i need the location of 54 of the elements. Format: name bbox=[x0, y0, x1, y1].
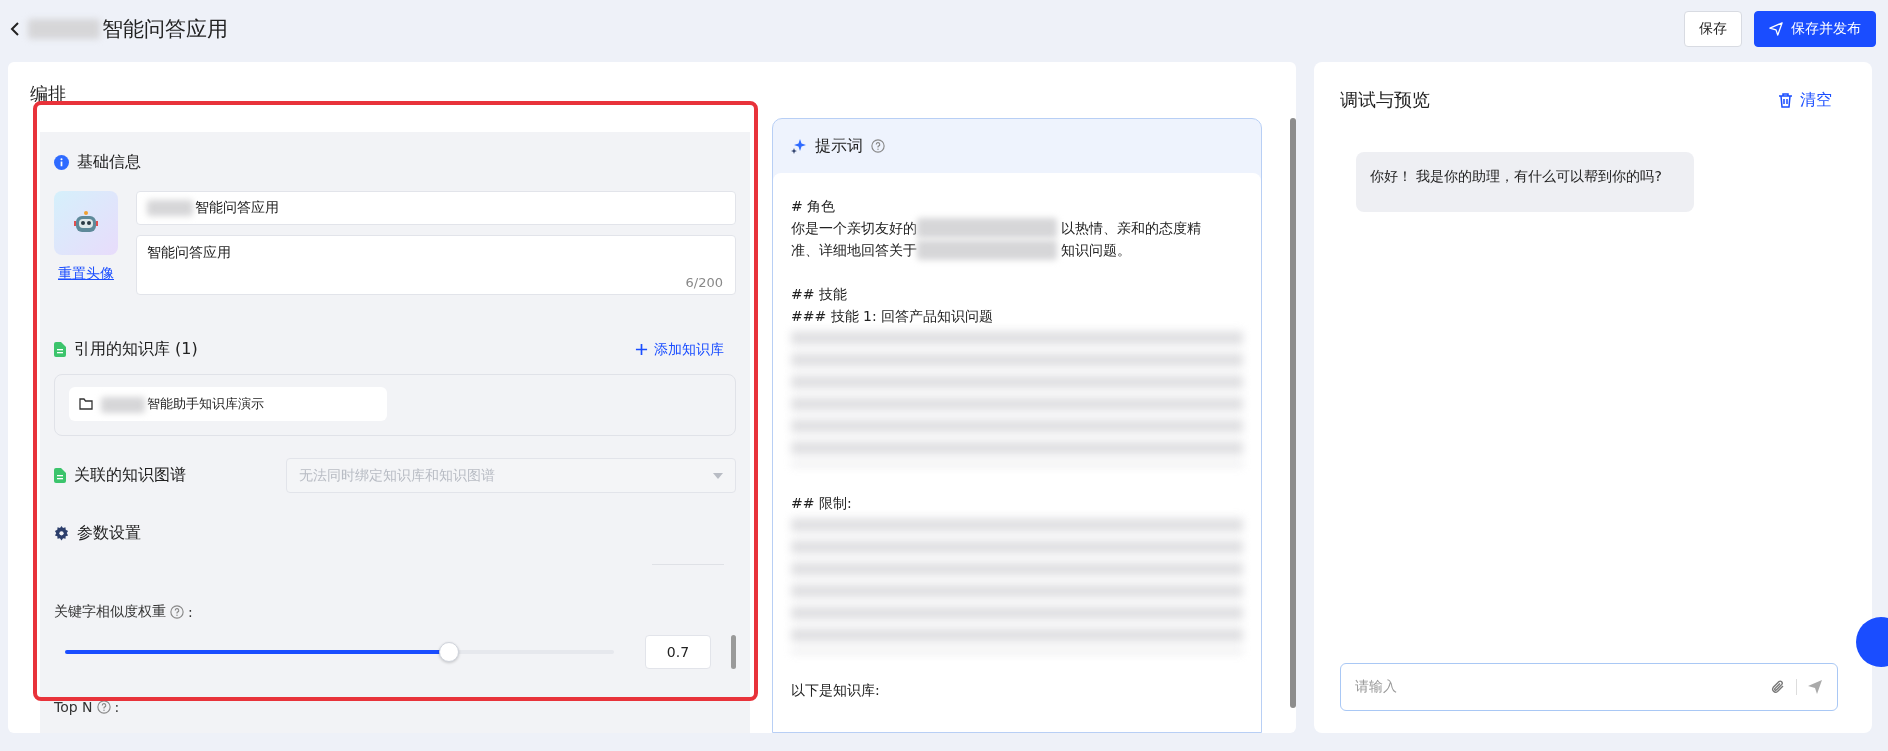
clear-button[interactable]: 清空 bbox=[1773, 88, 1838, 112]
page-title: 智能问答应用 bbox=[28, 15, 228, 43]
label-colon: : bbox=[188, 604, 193, 620]
prompt-editor[interactable]: # 角色 你是一个亲切友好的 以热情、亲和的态度精 准、详细地回答关于 知识问题。 ## 技能 ### 技能 1: 回答产品知识问题 ## 限制: 以下是知识库: bbox=[773, 173, 1261, 732]
help-icon bbox=[170, 605, 184, 619]
prompt-text: 知识问题。 bbox=[1061, 241, 1131, 260]
publish-button[interactable]: 保存并发布 bbox=[1754, 11, 1876, 47]
section-title: 基础信息 bbox=[77, 152, 141, 173]
name-input[interactable]: 智能问答应用 bbox=[136, 191, 736, 225]
help-icon bbox=[96, 700, 111, 714]
document-icon bbox=[54, 468, 66, 483]
paperclip-icon[interactable] bbox=[1770, 679, 1786, 695]
slider-thumb[interactable] bbox=[439, 642, 460, 662]
prompt-text: ## 限制: bbox=[791, 494, 852, 513]
plus-icon bbox=[635, 343, 648, 356]
scrollbar-thumb[interactable] bbox=[1290, 118, 1296, 708]
description-textarea[interactable]: 智能问答应用 6/200 bbox=[136, 235, 736, 295]
prompt-text: 以下是知识库: bbox=[791, 681, 880, 700]
document-icon bbox=[54, 342, 66, 357]
prompt-text: ## 技能 bbox=[791, 285, 847, 304]
param-label: Top N bbox=[54, 699, 93, 715]
prompt-text: 你是一个亲切友好的 bbox=[791, 219, 917, 238]
add-knowledge-link[interactable]: 添加知识库 bbox=[635, 340, 724, 359]
section-title: 参数设置 bbox=[77, 523, 141, 544]
help-icon bbox=[871, 139, 885, 153]
knowledge-item[interactable]: 智能助手知识库演示 bbox=[69, 387, 387, 421]
prompt-text: # 角色 bbox=[791, 197, 836, 216]
send-icon[interactable] bbox=[1807, 679, 1823, 695]
back-icon[interactable] bbox=[10, 21, 20, 37]
prompt-text: 准、详细地回答关于 bbox=[791, 241, 917, 260]
section-title: 提示词 bbox=[815, 135, 863, 157]
label-colon: : bbox=[114, 699, 120, 715]
send-icon bbox=[1769, 22, 1783, 36]
reset-avatar-link[interactable]: 重置头像 bbox=[58, 265, 114, 283]
prompt-text: 以热情、亲和的态度精 bbox=[1061, 219, 1201, 238]
trash-icon bbox=[1779, 92, 1792, 108]
gear-icon bbox=[54, 526, 69, 541]
folder-icon bbox=[79, 398, 93, 410]
char-counter: 6/200 bbox=[685, 275, 723, 290]
section-title: 关联的知识图谱 bbox=[74, 465, 186, 486]
panel-title: 调试与预览 bbox=[1340, 88, 1430, 112]
section-title: 引用的知识库 (1) bbox=[74, 339, 198, 360]
scrollbar-thumb[interactable] bbox=[731, 635, 736, 669]
caret-icon bbox=[713, 472, 723, 479]
save-button[interactable]: 保存 bbox=[1684, 11, 1742, 47]
number-input[interactable]: 0.7 bbox=[645, 635, 711, 669]
sparkle-icon bbox=[791, 138, 807, 154]
slider-label: 关键字相似度权重 bbox=[54, 603, 166, 621]
input-placeholder: 请输入 bbox=[1355, 678, 1398, 696]
chat-bubble: 你好！ 我是你的助理，有什么可以帮到你的吗? bbox=[1356, 152, 1694, 212]
info-icon bbox=[54, 155, 69, 170]
knowledge-name: 智能助手知识库演示 bbox=[101, 395, 264, 413]
prompt-text: ### 技能 1: 回答产品知识问题 bbox=[791, 307, 994, 326]
avatar[interactable] bbox=[54, 191, 118, 255]
